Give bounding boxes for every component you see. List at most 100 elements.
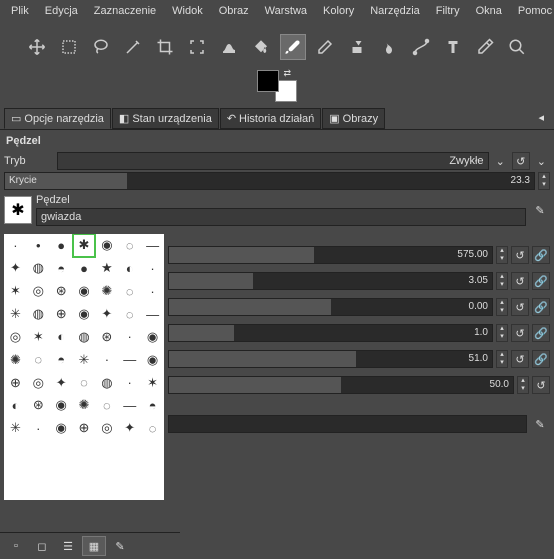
brush-cell[interactable]: · [141,257,164,280]
menu-narzedzia[interactable]: Narzędzia [364,3,426,19]
menu-widok[interactable]: Widok [166,3,209,19]
brush-cell[interactable]: ◌ [73,371,96,394]
brush-cell[interactable]: · [27,417,50,440]
brush-cell[interactable]: ◌ [118,234,141,257]
menu-warstwa[interactable]: Warstwa [259,3,313,19]
brush-cell[interactable]: ✺ [4,348,27,371]
rect-select-tool-icon[interactable] [56,34,82,60]
tab-tool-options[interactable]: ▭Opcje narzędzia [4,108,111,129]
brush-cell[interactable]: ◍ [27,257,50,280]
angle-slider[interactable]: 0.00 [168,298,493,316]
transform-tool-icon[interactable] [184,34,210,60]
brush-cell[interactable]: • [27,234,50,257]
size-link-icon[interactable]: 🔗 [532,246,550,264]
brush-cell[interactable]: ◓ [50,257,73,280]
menu-kolory[interactable]: Kolory [317,3,360,19]
brush-cell[interactable]: ✺ [73,394,96,417]
brush-cell[interactable]: ◌ [27,348,50,371]
brush-cell[interactable]: ◓ [141,394,164,417]
angle-reset-icon[interactable]: ↺ [511,298,529,316]
view-medium-icon[interactable]: ◻ [30,536,54,556]
bucket-tool-icon[interactable] [248,34,274,60]
dynamics-field[interactable] [168,415,527,433]
paintbrush-tool-icon[interactable] [280,34,306,60]
brush-cell[interactable]: ⊕ [50,303,73,326]
brush-cell-selected[interactable]: ✱ [73,234,96,257]
brush-cell[interactable]: ✶ [4,280,27,303]
brush-cell[interactable]: — [118,348,141,371]
brush-cell[interactable]: ✺ [95,280,118,303]
dynamics-edit-icon[interactable]: ✎ [530,414,550,434]
view-grid-icon[interactable]: ▦ [82,536,106,556]
brush-cell[interactable]: ◓ [50,348,73,371]
color-picker-tool-icon[interactable] [472,34,498,60]
brush-cell[interactable]: ✳ [4,303,27,326]
force-reset-icon[interactable]: ↺ [532,376,550,394]
brush-cell[interactable]: ◍ [73,325,96,348]
brush-cell[interactable]: ◉ [141,348,164,371]
path-tool-icon[interactable] [408,34,434,60]
menu-pomoc[interactable]: Pomoc [512,3,554,19]
brush-cell[interactable]: ◌ [95,394,118,417]
hardness-spinner[interactable]: ▴▾ [496,350,508,368]
color-swatch[interactable]: ⇄ [255,68,299,102]
brush-cell[interactable]: ⊛ [50,280,73,303]
brush-name-field[interactable]: gwiazda [36,208,526,226]
brush-cell[interactable]: ◎ [4,325,27,348]
menu-obraz[interactable]: Obraz [213,3,255,19]
brush-cell[interactable]: ◉ [73,280,96,303]
size-spinner[interactable]: ▴▾ [496,246,508,264]
ratio-slider[interactable]: 3.05 [168,272,493,290]
ratio-link-icon[interactable]: 🔗 [532,272,550,290]
tab-device-status[interactable]: ◧Stan urządzenia [112,108,219,129]
brush-cell[interactable]: ⊕ [73,417,96,440]
brush-cell[interactable]: · [118,325,141,348]
opacity-slider[interactable]: Krycie 23.3 [4,172,535,190]
chevron-down-icon[interactable]: ⌄ [533,155,550,168]
view-list-icon[interactable]: ☰ [56,536,80,556]
wand-tool-icon[interactable] [120,34,146,60]
mode-dropdown[interactable]: Zwykłe [57,152,489,170]
brush-cell[interactable]: ✳ [4,417,27,440]
brush-cell[interactable]: ◌ [118,303,141,326]
brush-cell[interactable]: ◐ [4,394,27,417]
brush-cell[interactable]: — [118,394,141,417]
brush-cell[interactable]: · [141,280,164,303]
brush-cell[interactable]: · [118,371,141,394]
edit-brush-icon[interactable]: ✎ [108,536,132,556]
brush-cell[interactable]: ✶ [27,325,50,348]
brush-cell[interactable]: ✶ [141,371,164,394]
brush-cell[interactable]: ◎ [27,371,50,394]
smudge-tool-icon[interactable] [376,34,402,60]
brush-cell[interactable]: ⊕ [4,371,27,394]
menu-zaznaczenie[interactable]: Zaznaczenie [88,3,162,19]
tab-menu-icon[interactable]: ◂ [532,108,550,129]
text-tool-icon[interactable] [440,34,466,60]
brush-cell[interactable]: ● [73,257,96,280]
brush-cell[interactable]: ✦ [4,257,27,280]
brush-cell[interactable]: ◉ [141,325,164,348]
brush-cell[interactable]: ◌ [118,280,141,303]
brush-edit-icon[interactable]: ✎ [530,200,550,220]
brush-cell[interactable]: ⊛ [95,325,118,348]
lasso-tool-icon[interactable] [88,34,114,60]
spacing-reset-icon[interactable]: ↺ [511,324,529,342]
zoom-tool-icon[interactable] [504,34,530,60]
angle-spinner[interactable]: ▴▾ [496,298,508,316]
move-tool-icon[interactable] [24,34,50,60]
crop-tool-icon[interactable] [152,34,178,60]
mode-reset-button[interactable]: ↺ [512,152,530,170]
spacing-link-icon[interactable]: 🔗 [532,324,550,342]
brush-preview[interactable]: ✱ [4,196,32,224]
size-reset-icon[interactable]: ↺ [511,246,529,264]
force-slider[interactable]: 50.0 [168,376,514,394]
brush-cell[interactable]: ◉ [95,234,118,257]
eraser-tool-icon[interactable] [312,34,338,60]
brush-cell[interactable]: ◐ [50,325,73,348]
brush-cell[interactable]: ★ [95,257,118,280]
brush-cell[interactable]: — [141,303,164,326]
ratio-reset-icon[interactable]: ↺ [511,272,529,290]
tab-images[interactable]: ▣Obrazy [322,108,385,129]
opacity-spinner[interactable]: ▴▾ [538,172,550,190]
brush-cell[interactable]: ⊛ [27,394,50,417]
